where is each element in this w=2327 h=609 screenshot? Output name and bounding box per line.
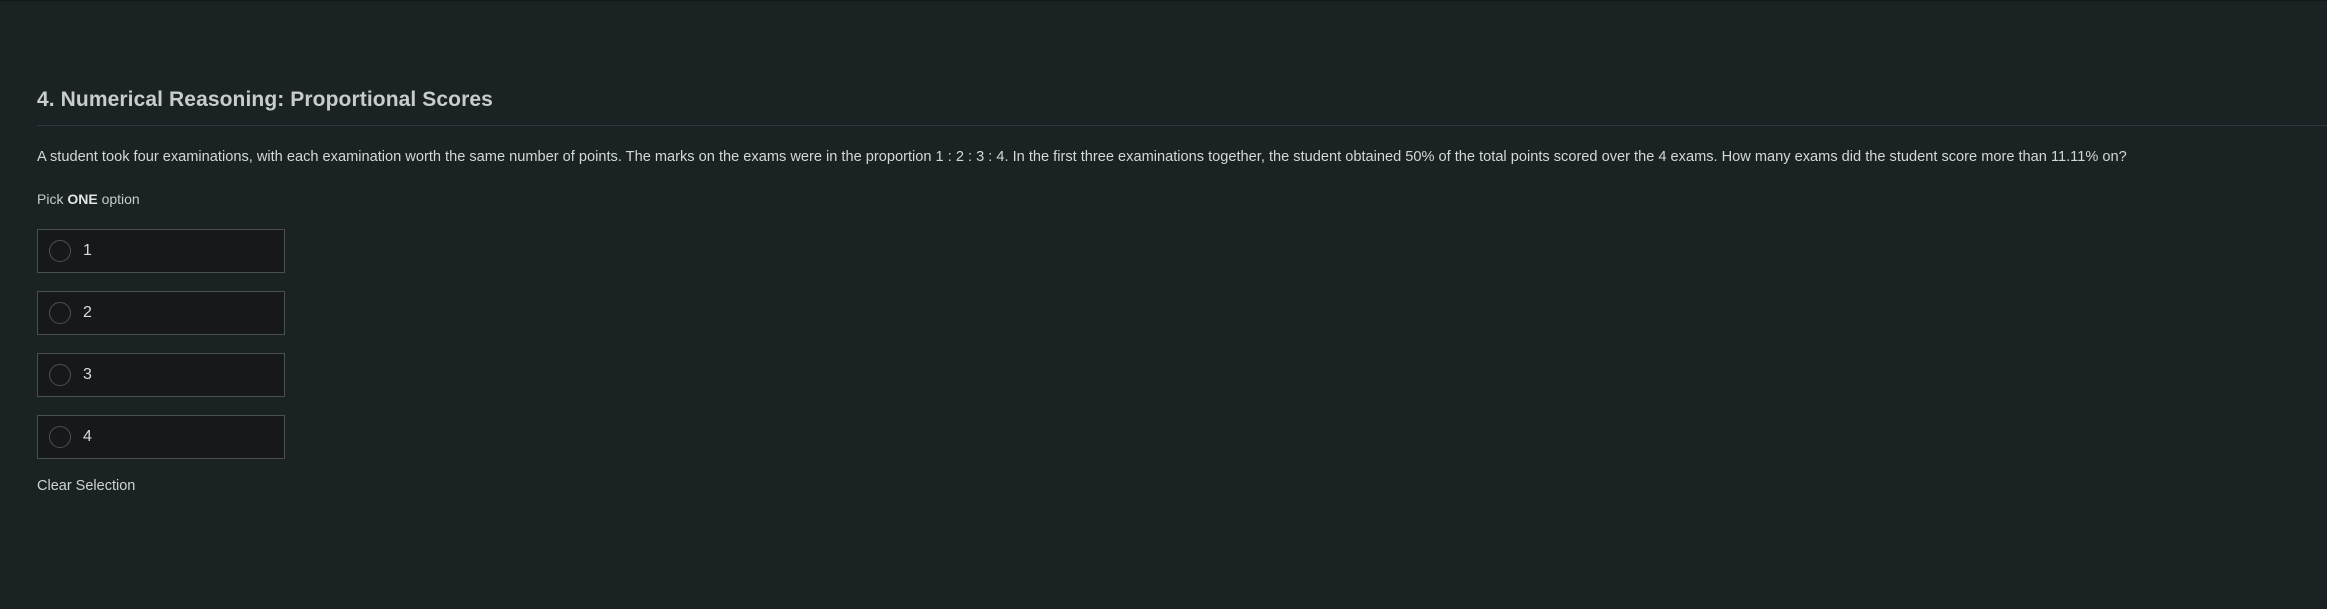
option-1[interactable]: 1	[37, 229, 285, 273]
option-label: 2	[83, 304, 92, 321]
option-2[interactable]: 2	[37, 291, 285, 335]
question-text: A student took four examinations, with e…	[37, 149, 2127, 165]
option-4[interactable]: 4	[37, 415, 285, 459]
pick-instruction: Pick ONE option	[37, 191, 140, 207]
option-3[interactable]: 3	[37, 353, 285, 397]
radio-button[interactable]	[49, 426, 71, 448]
option-label: 3	[83, 366, 92, 383]
option-label: 1	[83, 242, 92, 259]
instruction-suffix: option	[97, 191, 140, 207]
clear-selection-link[interactable]: Clear Selection	[37, 478, 135, 494]
question-title: 4. Numerical Reasoning: Proportional Sco…	[37, 88, 493, 111]
radio-button[interactable]	[49, 302, 71, 324]
instruction-prefix: Pick	[37, 191, 68, 207]
option-label: 4	[83, 428, 92, 445]
title-divider	[37, 125, 2327, 126]
instruction-emphasis: ONE	[67, 191, 98, 207]
radio-button[interactable]	[49, 364, 71, 386]
radio-button[interactable]	[49, 240, 71, 262]
